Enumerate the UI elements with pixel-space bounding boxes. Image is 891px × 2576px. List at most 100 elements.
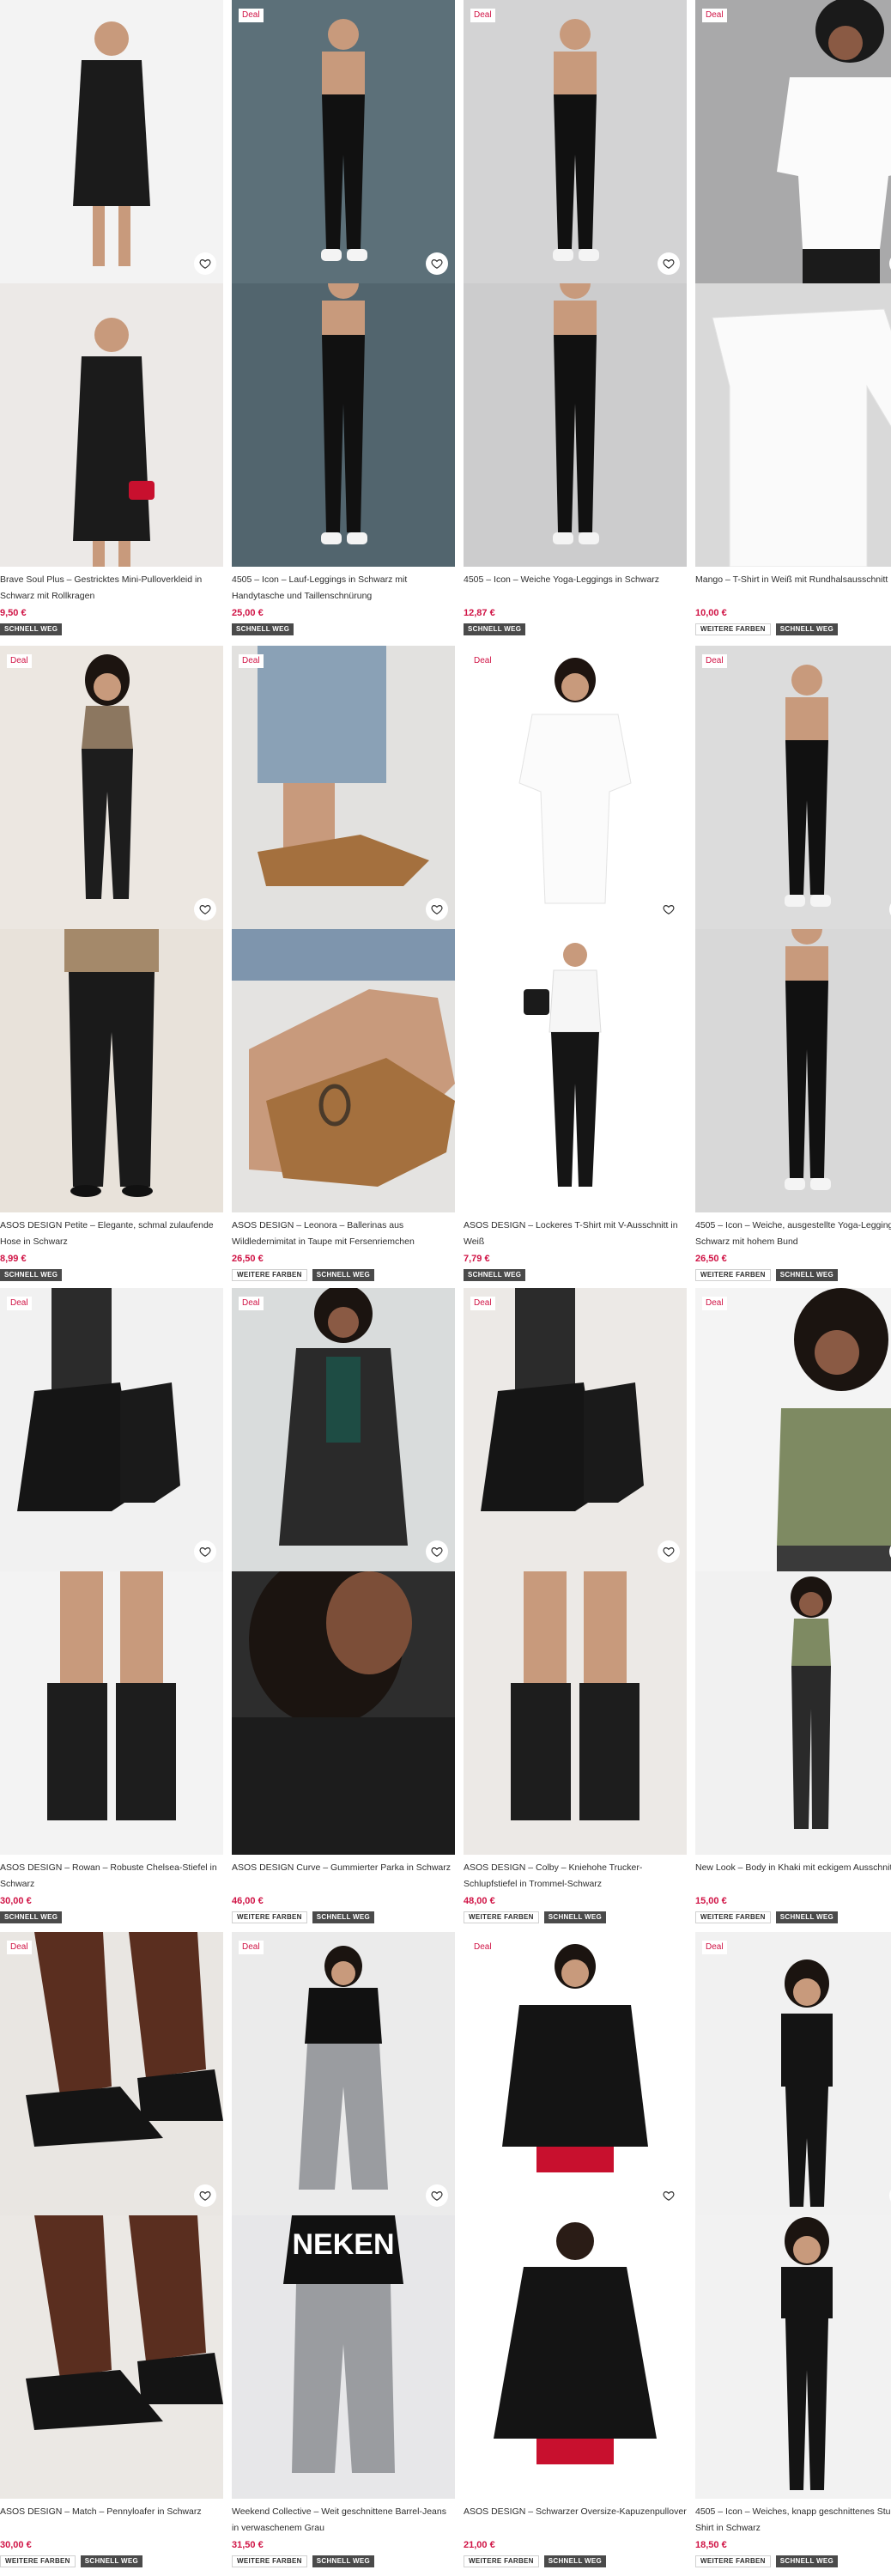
product-photo-alt [0, 283, 223, 567]
product-card[interactable]: Deal ASOS DESIGN – Leonora – Ballerinas a… [232, 646, 455, 1281]
save-for-later-heart-icon[interactable] [426, 1540, 448, 1563]
product-photo-main [695, 646, 891, 929]
product-image[interactable] [0, 0, 223, 567]
product-card[interactable]: Deal 4505 – Icon – Weiches, knapp geschni… [695, 1932, 891, 2567]
product-image[interactable]: Deal [232, 0, 455, 567]
save-for-later-heart-icon[interactable] [426, 252, 448, 275]
selling-fast-badge: SCHNELL WEG [312, 1911, 375, 1923]
product-card[interactable]: Deal New Look – Body in Khaki mit eckigem… [695, 1288, 891, 1923]
product-name[interactable]: 4505 – Icon – Weiches, knapp geschnitten… [695, 2504, 891, 2537]
save-for-later-heart-icon[interactable] [194, 898, 216, 920]
product-badges: WEITERE FARBEN SCHNELL WEG [464, 2555, 687, 2567]
product-name[interactable]: Mango – T-Shirt in Weiß mit Rundhalsauss… [695, 572, 891, 605]
product-name[interactable]: 4505 – Icon – Lauf-Leggings in Schwarz m… [232, 572, 455, 605]
deal-badge: Deal [7, 1941, 32, 1954]
product-card[interactable]: Deal ASOS DESIGN – Colby – Kniehohe Truck… [464, 1288, 687, 1923]
product-badges: WEITERE FARBEN SCHNELL WEG [232, 1269, 455, 1281]
product-name[interactable]: ASOS DESIGN – Schwarzer Oversize-Kapuzen… [464, 2504, 687, 2537]
more-colours-badge: WEITERE FARBEN [695, 2555, 771, 2567]
product-name[interactable]: 4505 – Icon – Weiche, ausgestellte Yoga-… [695, 1218, 891, 1250]
product-card[interactable]: Deal ASOS DESIGN Petite – Elegante, schma… [0, 646, 223, 1281]
product-card[interactable]: Deal ASOS DESIGN – Lockeres T-Shirt mit V… [464, 646, 687, 1281]
product-photo-main [0, 1932, 223, 2215]
save-for-later-heart-icon[interactable] [194, 1540, 216, 1563]
product-card[interactable]: Brave Soul Plus – Gestricktes Mini-Pullo… [0, 0, 223, 635]
product-image[interactable]: Deal [232, 646, 455, 1212]
deal-badge: Deal [470, 1941, 495, 1954]
product-card[interactable]: Deal ASOS DESIGN – Schwarzer Oversize-Kap… [464, 1932, 687, 2567]
product-photo-alt: NEKEN [232, 2215, 455, 2499]
product-photo-main [464, 646, 687, 929]
product-photo-main [232, 1288, 455, 1571]
product-photo-alt [0, 1571, 223, 1855]
product-card[interactable]: Deal ASOS DESIGN – Match – Pennyloafer in… [0, 1932, 223, 2567]
save-for-later-heart-icon[interactable] [658, 2184, 680, 2207]
product-name[interactable]: New Look – Body in Khaki mit eckigem Aus… [695, 1860, 891, 1893]
product-price: 25,00 € [232, 608, 264, 618]
product-grid: Brave Soul Plus – Gestricktes Mini-Pullo… [0, 0, 891, 2576]
selling-fast-badge: SCHNELL WEG [775, 1911, 839, 1923]
product-image[interactable]: Deal [695, 646, 891, 1212]
save-for-later-heart-icon[interactable] [426, 898, 448, 920]
product-price: 26,50 € [695, 1254, 727, 1264]
product-name[interactable]: Brave Soul Plus – Gestricktes Mini-Pullo… [0, 572, 223, 605]
product-name[interactable]: Weekend Collective – Weit geschnittene B… [232, 2504, 455, 2537]
more-colours-badge: WEITERE FARBEN [695, 1911, 771, 1923]
product-image[interactable]: Deal [695, 1932, 891, 2499]
product-image[interactable]: Deal [464, 1932, 687, 2499]
product-card[interactable]: Deal ASOS DESIGN – Rowan – Robuste Chelse… [0, 1288, 223, 1923]
save-for-later-heart-icon[interactable] [658, 898, 680, 920]
product-image[interactable]: Deal [695, 1288, 891, 1855]
selling-fast-badge: SCHNELL WEG [232, 623, 294, 635]
deal-badge: Deal [470, 9, 495, 22]
save-for-later-heart-icon[interactable] [426, 2184, 448, 2207]
product-image[interactable]: Deal [464, 0, 687, 567]
product-image[interactable]: NEKEN Deal [232, 1932, 455, 2499]
product-card[interactable]: Deal 4505 – Icon – Weiche Yoga-Leggings i… [464, 0, 687, 635]
selling-fast-badge: SCHNELL WEG [775, 1269, 839, 1281]
save-for-later-heart-icon[interactable] [658, 252, 680, 275]
product-image[interactable]: Deal [464, 646, 687, 1212]
product-name[interactable]: ASOS DESIGN Petite – Elegante, schmal zu… [0, 1218, 223, 1250]
product-badges: WEITERE FARBEN SCHNELL WEG [0, 2555, 223, 2567]
product-price: 7,79 € [464, 1254, 490, 1264]
product-card[interactable]: NEKEN Deal Weekend Collective – Weit gesc… [232, 1932, 455, 2567]
product-name[interactable]: 4505 – Icon – Weiche Yoga-Leggings in Sc… [464, 572, 687, 605]
selling-fast-badge: SCHNELL WEG [0, 623, 63, 635]
product-photo-alt [232, 929, 455, 1212]
product-card[interactable]: Deal 4505 – Icon – Lauf-Leggings in Schwa… [232, 0, 455, 635]
save-for-later-heart-icon[interactable] [194, 2184, 216, 2207]
selling-fast-badge: SCHNELL WEG [312, 1269, 375, 1281]
product-name[interactable]: ASOS DESIGN Curve – Gummierter Parka in … [232, 1860, 455, 1893]
product-name[interactable]: ASOS DESIGN – Rowan – Robuste Chelsea-St… [0, 1860, 223, 1893]
product-image[interactable]: Deal [0, 1288, 223, 1855]
product-image[interactable]: Deal [232, 1288, 455, 1855]
deal-badge: Deal [702, 9, 727, 22]
more-colours-badge: WEITERE FARBEN [695, 623, 771, 635]
product-card[interactable]: Deal Mango – T-Shirt in Weiß mit Rundhals… [695, 0, 891, 635]
save-for-later-heart-icon[interactable] [658, 1540, 680, 1563]
product-badges: WEITERE FARBEN SCHNELL WEG [464, 1911, 687, 1923]
deal-badge: Deal [239, 654, 264, 668]
product-image[interactable]: Deal [695, 0, 891, 567]
product-image[interactable]: Deal [0, 646, 223, 1212]
product-name[interactable]: ASOS DESIGN – Leonora – Ballerinas aus W… [232, 1218, 455, 1250]
product-badges: SCHNELL WEG [0, 1911, 223, 1923]
product-photo-alt [695, 283, 891, 567]
product-photo-alt [464, 929, 687, 1212]
save-for-later-heart-icon[interactable] [194, 252, 216, 275]
product-price: 8,99 € [0, 1254, 27, 1264]
product-photo-main [232, 0, 455, 283]
product-image[interactable]: Deal [0, 1932, 223, 2499]
product-card[interactable]: Deal ASOS DESIGN Curve – Gummierter Parka… [232, 1288, 455, 1923]
product-image[interactable]: Deal [464, 1288, 687, 1855]
deal-badge: Deal [702, 1297, 727, 1310]
product-photo-main [0, 646, 223, 929]
product-card[interactable]: Deal 4505 – Icon – Weiche, ausgestellte Y… [695, 646, 891, 1281]
product-badges: WEITERE FARBEN SCHNELL WEG [695, 2555, 891, 2567]
product-name[interactable]: ASOS DESIGN – Lockeres T-Shirt mit V-Aus… [464, 1218, 687, 1250]
product-name[interactable]: ASOS DESIGN – Colby – Kniehohe Trucker-S… [464, 1860, 687, 1893]
more-colours-badge: WEITERE FARBEN [0, 2555, 76, 2567]
product-price: 31,50 € [232, 2540, 264, 2550]
product-name[interactable]: ASOS DESIGN – Match – Pennyloafer in Sch… [0, 2504, 223, 2537]
